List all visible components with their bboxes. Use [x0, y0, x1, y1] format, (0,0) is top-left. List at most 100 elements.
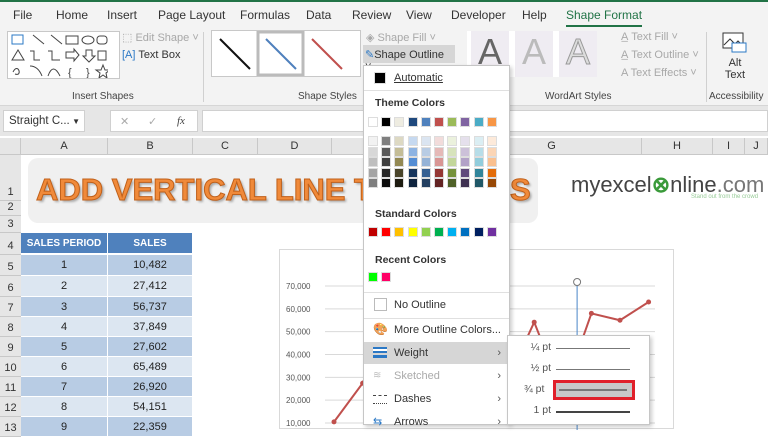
- theme-shade-swatch[interactable]: [447, 167, 458, 178]
- data-point[interactable]: [588, 310, 594, 316]
- theme-shade-swatch[interactable]: [486, 167, 497, 178]
- theme-shade-swatch[interactable]: [486, 157, 497, 167]
- theme-shade-swatch[interactable]: [447, 146, 458, 157]
- theme-shade-swatch[interactable]: [420, 167, 431, 178]
- theme-shade-swatch[interactable]: [460, 157, 471, 167]
- theme-color-swatch[interactable]: [407, 117, 418, 127]
- theme-shade-swatch[interactable]: [473, 178, 484, 188]
- theme-color-swatch[interactable]: [394, 117, 405, 127]
- theme-shade-swatch[interactable]: [447, 136, 458, 146]
- data-point[interactable]: [646, 299, 652, 305]
- theme-color-swatch[interactable]: [447, 117, 458, 127]
- theme-shade-swatch[interactable]: [381, 136, 392, 146]
- weight-half-pt[interactable]: ½ pt: [508, 359, 649, 379]
- column-header[interactable]: B: [108, 138, 193, 155]
- row-header[interactable]: 8: [0, 317, 21, 337]
- standard-color-swatch[interactable]: [407, 227, 418, 237]
- row-header[interactable]: 5: [0, 255, 21, 276]
- text-outline-button[interactable]: A̲ Text Outline ˅: [621, 49, 699, 61]
- theme-shade-swatch[interactable]: [447, 157, 458, 167]
- column-header[interactable]: J: [745, 138, 768, 155]
- shape-fill-button[interactable]: ◈ Shape Fill ˅: [366, 31, 436, 44]
- standard-color-swatch[interactable]: [473, 227, 484, 237]
- alt-text-button[interactable]: Alt Text: [715, 32, 755, 81]
- row-header[interactable]: 12: [0, 397, 21, 417]
- recent-color-swatch[interactable]: [368, 272, 378, 282]
- theme-shade-swatch[interactable]: [460, 167, 471, 178]
- tab-page-layout[interactable]: Page Layout: [158, 8, 225, 22]
- theme-shade-swatch[interactable]: [394, 167, 405, 178]
- sales-cell[interactable]: 37,849: [108, 317, 193, 337]
- recent-color-swatch[interactable]: [381, 272, 392, 282]
- theme-shade-swatch[interactable]: [486, 146, 497, 157]
- weight-three-quarter-pt[interactable]: [553, 380, 635, 400]
- theme-shade-swatch[interactable]: [420, 146, 431, 157]
- theme-shade-swatch[interactable]: [368, 167, 378, 178]
- automatic-color[interactable]: Automatic: [364, 67, 509, 89]
- data-point[interactable]: [617, 317, 623, 323]
- theme-color-swatch[interactable]: [368, 117, 378, 127]
- theme-shade-swatch[interactable]: [460, 136, 471, 146]
- row-header[interactable]: 6: [0, 276, 21, 297]
- theme-color-swatch[interactable]: [420, 117, 431, 127]
- standard-color-swatch[interactable]: [486, 227, 497, 237]
- theme-shade-swatch[interactable]: [368, 146, 378, 157]
- theme-shade-swatch[interactable]: [407, 146, 418, 157]
- theme-shade-swatch[interactable]: [368, 178, 378, 188]
- sales-cell[interactable]: 22,359: [108, 417, 193, 437]
- theme-shade-swatch[interactable]: [434, 167, 444, 178]
- tab-view[interactable]: View: [406, 8, 432, 22]
- row-header[interactable]: 4: [0, 233, 21, 255]
- insert-function-icon[interactable]: fx: [177, 115, 185, 127]
- period-cell[interactable]: 9: [21, 417, 108, 437]
- period-cell[interactable]: 2: [21, 276, 108, 297]
- column-header[interactable]: D: [258, 138, 332, 155]
- theme-color-swatch[interactable]: [473, 117, 484, 127]
- row-header[interactable]: 11: [0, 377, 21, 397]
- theme-shade-swatch[interactable]: [460, 146, 471, 157]
- wordart-style-3[interactable]: A: [559, 31, 597, 77]
- weight-1-pt[interactable]: 1 pt: [508, 401, 649, 421]
- tab-home[interactable]: Home: [56, 8, 88, 22]
- theme-shade-swatch[interactable]: [473, 157, 484, 167]
- theme-shade-swatch[interactable]: [368, 136, 378, 146]
- data-point[interactable]: [531, 319, 537, 325]
- theme-shade-swatch[interactable]: [381, 167, 392, 178]
- arrows-item[interactable]: ⇆ Arrows ›: [364, 411, 509, 433]
- period-cell[interactable]: 7: [21, 377, 108, 397]
- text-box-button[interactable]: [A] Text Box: [122, 49, 181, 61]
- theme-shade-swatch[interactable]: [381, 157, 392, 167]
- standard-color-swatch[interactable]: [368, 227, 378, 237]
- tab-insert[interactable]: Insert: [107, 8, 137, 22]
- theme-color-swatch[interactable]: [434, 117, 444, 127]
- row-header[interactable]: 7: [0, 297, 21, 317]
- period-cell[interactable]: 1: [21, 255, 108, 276]
- cancel-icon[interactable]: ✕: [120, 115, 129, 128]
- theme-shade-swatch[interactable]: [473, 136, 484, 146]
- edit-shape-button[interactable]: ⬚ Edit Shape ˅: [122, 31, 199, 44]
- weight-item[interactable]: Weight ›: [364, 342, 509, 364]
- theme-shade-swatch[interactable]: [486, 136, 497, 146]
- theme-shade-swatch[interactable]: [420, 136, 431, 146]
- theme-color-swatch[interactable]: [486, 117, 497, 127]
- tab-formulas[interactable]: Formulas: [240, 8, 290, 22]
- standard-color-swatch[interactable]: [381, 227, 392, 237]
- theme-shade-swatch[interactable]: [381, 146, 392, 157]
- theme-shade-swatch[interactable]: [420, 157, 431, 167]
- more-outline-colors-item[interactable]: 🎨 More Outline Colors...: [364, 319, 509, 341]
- shape-styles-gallery[interactable]: [211, 30, 361, 77]
- shapes-gallery[interactable]: {}: [7, 31, 120, 80]
- row-header[interactable]: 1: [0, 155, 21, 201]
- period-cell[interactable]: 8: [21, 397, 108, 417]
- theme-shade-swatch[interactable]: [394, 146, 405, 157]
- theme-shade-swatch[interactable]: [473, 167, 484, 178]
- theme-shade-swatch[interactable]: [368, 157, 378, 167]
- text-effects-button[interactable]: A Text Effects ˅: [621, 67, 697, 79]
- theme-color-swatch[interactable]: [460, 117, 471, 127]
- theme-shade-swatch[interactable]: [447, 178, 458, 188]
- row-header[interactable]: 3: [0, 216, 21, 233]
- period-cell[interactable]: 4: [21, 317, 108, 337]
- theme-shade-swatch[interactable]: [394, 178, 405, 188]
- select-all[interactable]: [0, 138, 21, 155]
- header-sales[interactable]: SALES: [108, 233, 193, 254]
